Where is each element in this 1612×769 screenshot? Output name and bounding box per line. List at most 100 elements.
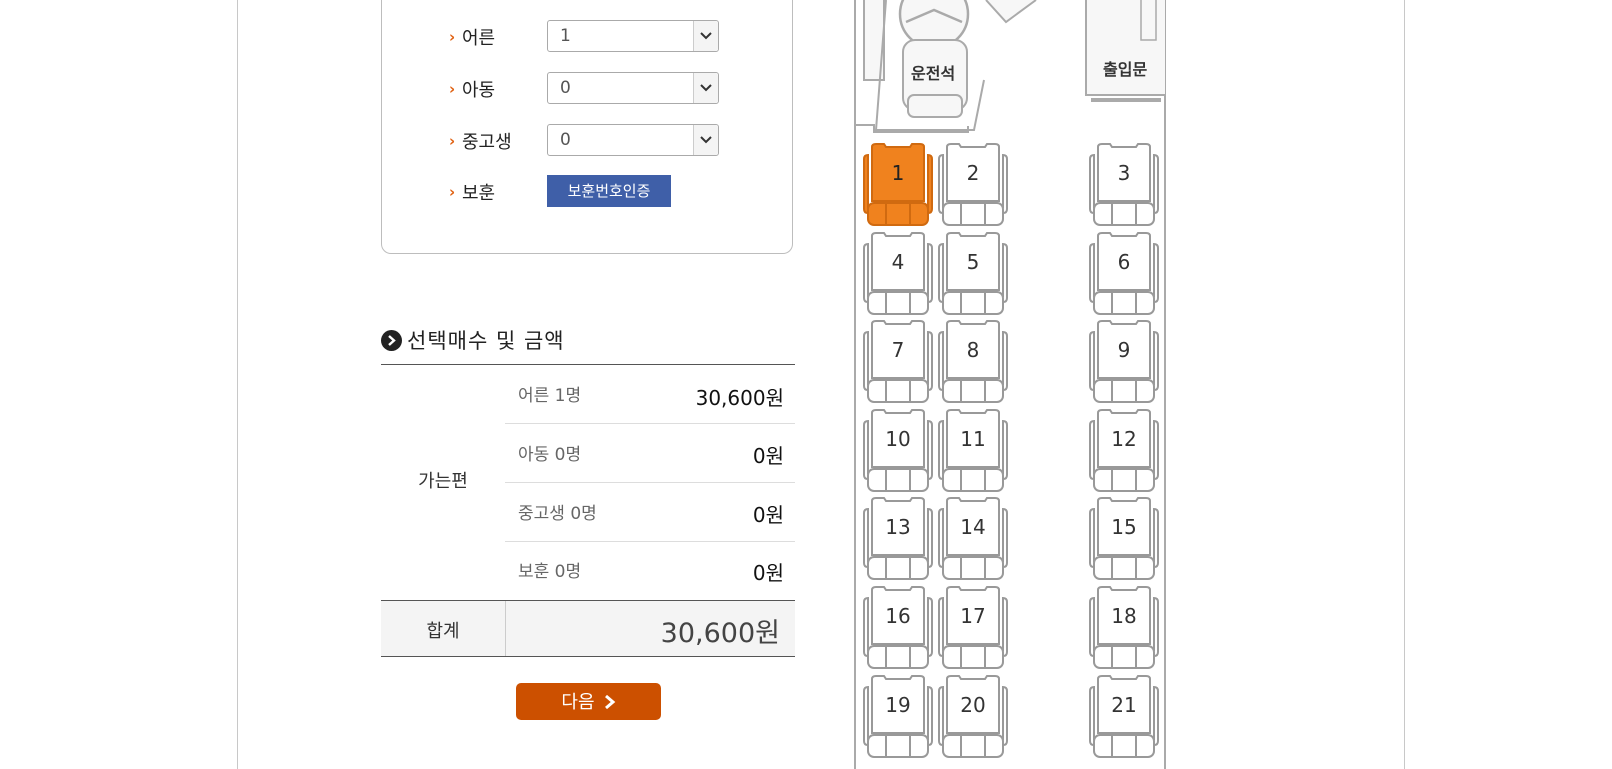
seat-icon — [938, 231, 1008, 315]
seat-5[interactable]: 5 — [937, 231, 1009, 315]
seat-20[interactable]: 20 — [937, 674, 1009, 758]
veteran-summary-label: 보훈 0명 — [518, 562, 582, 582]
seat-icon — [938, 320, 1008, 404]
seat-number: 1 — [891, 161, 905, 185]
seat-number: 20 — [960, 692, 986, 717]
seat-number: 19 — [885, 692, 911, 717]
seat-number: 21 — [1111, 692, 1137, 717]
summary-top-divider — [381, 364, 795, 365]
seat-icon — [863, 408, 933, 492]
chevron-down-icon[interactable] — [693, 21, 718, 51]
seat-13[interactable]: 13 — [862, 497, 934, 581]
adult-count-value: 1 — [560, 26, 571, 46]
seat-18[interactable]: 18 — [1088, 586, 1160, 669]
seat-7[interactable]: 7 — [862, 320, 934, 404]
seat-8[interactable]: 8 — [937, 320, 1009, 404]
seat-number: 7 — [891, 338, 905, 363]
seat-19[interactable]: 19 — [862, 674, 934, 758]
seat-4[interactable]: 4 — [862, 231, 934, 315]
seat-icon — [1089, 320, 1159, 404]
passenger-row-adult: › 어른 — [449, 20, 547, 54]
seat-number: 14 — [960, 515, 986, 540]
total-value: 30,600원 — [660, 618, 780, 649]
seat-15[interactable]: 15 — [1088, 497, 1160, 581]
driver-seat-label: 운전석 — [911, 64, 956, 83]
row-divider — [505, 423, 795, 424]
seat-number: 11 — [960, 426, 986, 451]
adult-summary-price: 30,600원 — [695, 386, 784, 410]
seat-number: 9 — [1117, 338, 1131, 363]
chevron-down-icon[interactable] — [693, 125, 718, 155]
veteran-verify-button[interactable]: 보훈번호인증 — [547, 175, 671, 207]
seat-10[interactable]: 10 — [862, 408, 934, 492]
seat-number: 3 — [1117, 161, 1131, 185]
door-label: 출입문 — [1103, 60, 1148, 79]
seat-14[interactable]: 14 — [937, 497, 1009, 581]
adult-label: 어른 — [462, 28, 496, 49]
passenger-row-veteran: › 보훈 — [449, 175, 547, 209]
seat-number: 10 — [885, 426, 911, 451]
seat-icon — [1089, 586, 1159, 669]
seat-12[interactable]: 12 — [1088, 408, 1160, 492]
arrow-icon: › — [449, 183, 456, 201]
seat-icon — [863, 320, 933, 404]
seat-number: 8 — [966, 338, 980, 363]
seat-number: 15 — [1111, 515, 1137, 540]
seat-icon — [1089, 674, 1159, 758]
bus-seat-map: 운전석 출입문 1 2 3 4 5 6 7 8 9 10 11 12 13 14 15 16 17 18 19 20 2… — [854, 0, 1166, 769]
next-button-label: 다음 — [561, 692, 595, 712]
arrow-icon: › — [449, 80, 456, 98]
summary-title: 선택매수 및 금액 — [381, 325, 565, 355]
row-divider — [505, 541, 795, 542]
seat-icon — [1089, 408, 1159, 492]
adult-count-select[interactable]: 1 — [547, 20, 719, 52]
seat-icon — [938, 497, 1008, 581]
seat-icon — [863, 497, 933, 581]
chevron-right-circle-icon — [381, 329, 402, 351]
seat-number: 2 — [966, 161, 980, 185]
chevron-down-icon[interactable] — [693, 73, 718, 103]
next-button[interactable]: 다음 — [516, 683, 661, 720]
seat-icon — [863, 674, 933, 758]
seat-icon — [938, 674, 1008, 758]
seat-1[interactable]: 1 — [862, 143, 934, 226]
student-count-value: 0 — [560, 130, 571, 150]
seat-icon — [1089, 143, 1159, 226]
seat-6[interactable]: 6 — [1088, 231, 1160, 315]
seat-11[interactable]: 11 — [937, 408, 1009, 492]
seat-number: 4 — [891, 249, 905, 274]
seat-number: 17 — [960, 604, 986, 628]
seat-21[interactable]: 21 — [1088, 674, 1160, 758]
child-summary-label: 아동 0명 — [518, 445, 582, 465]
seat-9[interactable]: 9 — [1088, 320, 1160, 404]
seat-icon — [1089, 231, 1159, 315]
child-summary-price: 0원 — [752, 444, 784, 468]
row-divider — [505, 482, 795, 483]
arrow-icon: › — [449, 132, 456, 150]
total-divider — [505, 601, 506, 656]
seat-number: 5 — [966, 249, 980, 274]
adult-summary-label: 어른 1명 — [518, 386, 582, 406]
student-label: 중고생 — [462, 132, 512, 153]
seat-number: 16 — [885, 604, 911, 628]
seat-2[interactable]: 2 — [937, 143, 1009, 226]
seat-number: 18 — [1111, 604, 1137, 628]
seat-number: 6 — [1117, 249, 1131, 274]
student-summary-label: 중고생 0명 — [518, 504, 597, 524]
passenger-row-child: › 아동 — [449, 72, 547, 106]
seat-icon — [863, 143, 933, 226]
veteran-label: 보훈 — [462, 183, 496, 204]
passenger-row-student: › 중고생 — [449, 124, 547, 158]
seat-icon — [938, 586, 1008, 669]
child-label: 아동 — [462, 80, 496, 101]
seat-17[interactable]: 17 — [937, 586, 1009, 669]
trip-category-label: 가는편 — [418, 471, 468, 492]
child-count-select[interactable]: 0 — [547, 72, 719, 104]
student-count-select[interactable]: 0 — [547, 124, 719, 156]
seat-16[interactable]: 16 — [862, 586, 934, 669]
seat-icon — [863, 586, 933, 669]
seat-3[interactable]: 3 — [1088, 143, 1160, 226]
seat-number: 12 — [1111, 426, 1137, 451]
seat-icon — [1089, 497, 1159, 581]
page-left-border — [237, 0, 238, 769]
